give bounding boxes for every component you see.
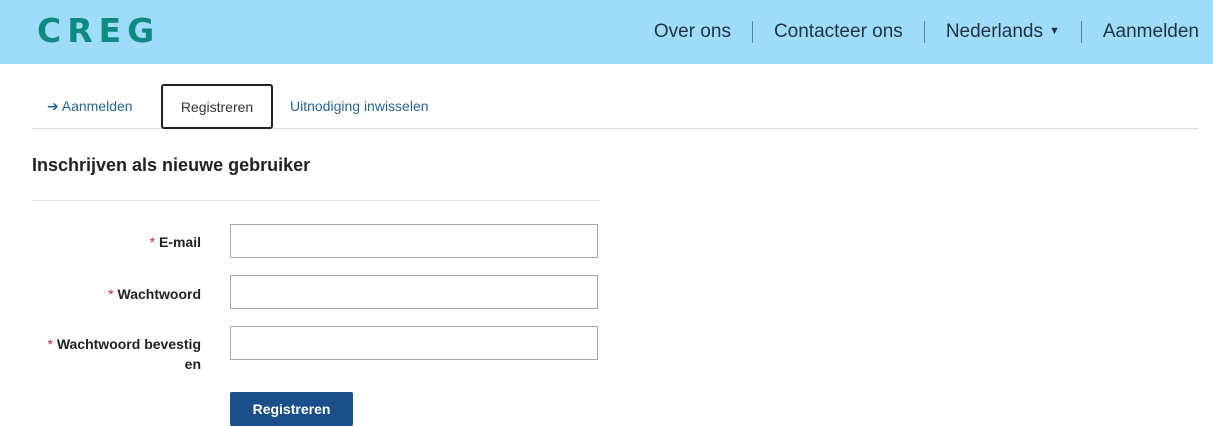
- auth-tabs: ➔ Aanmelden Registreren Uitnodiging inwi…: [32, 84, 1198, 129]
- required-marker: *: [149, 234, 156, 250]
- password-label-text: Wachtwoord: [117, 286, 201, 302]
- top-navbar: CREG Over ons Contacteer ons Nederlands ▼…: [0, 0, 1213, 64]
- language-label: Nederlands: [945, 21, 1043, 42]
- confirm-password-field[interactable]: [230, 326, 598, 360]
- password-field[interactable]: [230, 275, 598, 309]
- tab-login[interactable]: ➔ Aanmelden: [47, 84, 133, 128]
- nav-separator: [751, 21, 753, 43]
- divider: [32, 200, 600, 201]
- nav-links: Over ons Contacteer ons Nederlands ▼ Aanm…: [654, 0, 1199, 64]
- tab-login-label: Aanmelden: [61, 98, 133, 114]
- email-field[interactable]: [230, 224, 598, 258]
- caret-down-icon: ▼: [1048, 25, 1060, 37]
- nav-separator: [923, 21, 925, 43]
- confirm-label-line1: Wachtwoord bevestig: [56, 336, 201, 352]
- required-marker: *: [47, 336, 53, 352]
- confirm-label-line2: en: [184, 356, 201, 372]
- nav-signin-link[interactable]: Aanmelden: [1103, 21, 1199, 43]
- page-title: Inschrijven als nieuwe gebruiker: [32, 155, 311, 175]
- language-dropdown[interactable]: Nederlands ▼: [946, 21, 1060, 43]
- tab-register[interactable]: Registreren: [161, 84, 273, 129]
- nav-contact-link[interactable]: Contacteer ons: [774, 21, 903, 43]
- tab-redeem-invitation[interactable]: Uitnodiging inwisselen: [290, 84, 429, 128]
- tab-invite-label: Uitnodiging inwisselen: [290, 98, 429, 114]
- confirm-password-label: * Wachtwoord bevestig en: [47, 334, 201, 374]
- nav-separator: [1080, 21, 1082, 43]
- email-label-text: E-mail: [158, 234, 201, 250]
- creg-logo[interactable]: CREG: [37, 11, 160, 51]
- nav-about-link[interactable]: Over ons: [654, 21, 731, 43]
- password-label: * Wachtwoord: [108, 284, 201, 304]
- sign-in-icon: ➔: [47, 97, 59, 114]
- email-label: * E-mail: [150, 232, 201, 252]
- required-marker: *: [108, 286, 114, 302]
- tab-register-label: Registreren: [180, 98, 254, 115]
